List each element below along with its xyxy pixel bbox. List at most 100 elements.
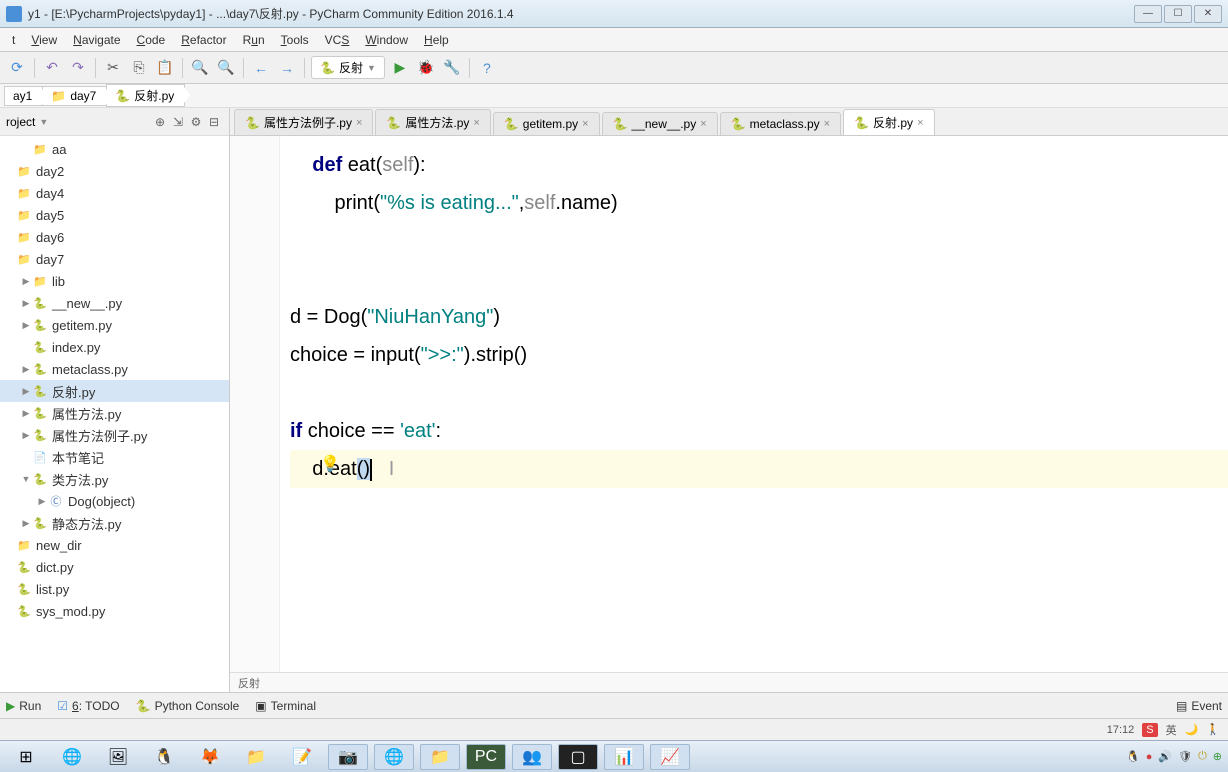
- chevron-down-icon[interactable]: ▼: [39, 117, 48, 127]
- people-icon[interactable]: 👥: [512, 744, 552, 770]
- shield-icon[interactable]: 🛡: [1178, 750, 1192, 763]
- paste-icon[interactable]: 📋: [154, 57, 176, 79]
- gallery-icon[interactable]: 🖼: [98, 744, 138, 770]
- run-icon[interactable]: ▶: [389, 57, 411, 79]
- maximize-button[interactable]: ☐: [1164, 5, 1192, 23]
- tree-item[interactable]: 📁day5: [0, 204, 229, 226]
- settings-icon[interactable]: 🔧: [441, 57, 463, 79]
- menu-edit[interactable]: t: [4, 31, 23, 49]
- intention-bulb-icon[interactable]: 💡: [320, 450, 340, 480]
- app1-icon[interactable]: 📷: [328, 744, 368, 770]
- forward-icon[interactable]: →: [276, 57, 298, 79]
- copy-icon[interactable]: ⎘: [128, 57, 150, 79]
- close-icon[interactable]: ×: [917, 117, 923, 129]
- cmd-icon[interactable]: ▢: [558, 744, 598, 770]
- power-icon[interactable]: ⏻: [1198, 750, 1207, 763]
- tool-event-log[interactable]: ▤Event: [1176, 699, 1222, 713]
- tree-item[interactable]: ▶🐍__new__.py: [0, 292, 229, 314]
- tree-item[interactable]: 🐍sys_mod.py: [0, 600, 229, 622]
- back-icon[interactable]: ←: [250, 57, 272, 79]
- app2-icon[interactable]: 📊: [604, 744, 644, 770]
- editor-tab[interactable]: 🐍__new__.py×: [602, 112, 718, 135]
- pycharm-icon[interactable]: PC: [466, 744, 506, 770]
- gear-icon[interactable]: ⚙: [187, 113, 205, 131]
- crumb-file[interactable]: 🐍反射.py: [106, 84, 185, 107]
- tree-item[interactable]: ▶🐍静态方法.py: [0, 512, 229, 534]
- chrome-icon[interactable]: 🌐: [374, 744, 414, 770]
- crumb-folder[interactable]: 📁day7: [42, 86, 107, 106]
- menu-refactor[interactable]: Refactor: [173, 31, 234, 49]
- add-icon[interactable]: ⊕: [1213, 750, 1222, 763]
- tree-item[interactable]: 📁new_dir: [0, 534, 229, 556]
- close-icon[interactable]: ×: [473, 117, 479, 129]
- close-icon[interactable]: ×: [356, 117, 362, 129]
- debug-icon[interactable]: 🐞: [415, 57, 437, 79]
- find-icon[interactable]: 🔍: [189, 57, 211, 79]
- menu-help[interactable]: Help: [416, 31, 457, 49]
- menu-navigate[interactable]: Navigate: [65, 31, 128, 49]
- ime-icon[interactable]: S: [1142, 723, 1157, 737]
- tool-todo[interactable]: ☑6: TODO: [57, 699, 119, 713]
- cut-icon[interactable]: ✂: [102, 57, 124, 79]
- tool-python-console[interactable]: 🐍Python Console: [136, 699, 240, 713]
- tree-item[interactable]: 📁day2: [0, 160, 229, 182]
- record-icon[interactable]: ●: [1146, 751, 1153, 763]
- tree-item[interactable]: 📁day6: [0, 226, 229, 248]
- qq-icon[interactable]: 🐧: [144, 744, 184, 770]
- folder-icon[interactable]: 📁: [236, 744, 276, 770]
- crumb-project[interactable]: ay1: [4, 86, 43, 106]
- close-icon[interactable]: ×: [700, 118, 706, 130]
- tree-item[interactable]: ▶🐍属性方法.py: [0, 402, 229, 424]
- menu-view[interactable]: View: [23, 31, 65, 49]
- editor-tab[interactable]: 🐍属性方法.py×: [375, 109, 490, 135]
- close-icon[interactable]: ×: [824, 118, 830, 130]
- menu-vcs[interactable]: VCS: [317, 31, 358, 49]
- qq-tray-icon[interactable]: 🐧: [1126, 750, 1140, 763]
- menu-window[interactable]: Window: [357, 31, 416, 49]
- minimize-button[interactable]: —: [1134, 5, 1162, 23]
- tree-item[interactable]: 📁day4: [0, 182, 229, 204]
- menu-run[interactable]: Run: [235, 31, 273, 49]
- tree-item[interactable]: 📁aa: [0, 138, 229, 160]
- tree-item[interactable]: ▶🐍属性方法例子.py: [0, 424, 229, 446]
- editor-tab[interactable]: 🐍属性方法例子.py×: [234, 109, 373, 135]
- explorer-icon[interactable]: 📁: [420, 744, 460, 770]
- editor-tab[interactable]: 🐍反射.py×: [843, 109, 934, 135]
- locate-icon[interactable]: ⊕: [151, 113, 169, 131]
- menu-tools[interactable]: Tools: [273, 31, 317, 49]
- volume-icon[interactable]: 🔊: [1158, 750, 1172, 763]
- tree-item[interactable]: ▶ⒸDog(object): [0, 490, 229, 512]
- undo-icon[interactable]: ↶: [41, 57, 63, 79]
- tree-item[interactable]: 🐍index.py: [0, 336, 229, 358]
- close-button[interactable]: ✕: [1194, 5, 1222, 23]
- tree-item[interactable]: 📁day7: [0, 248, 229, 270]
- tree-item[interactable]: ▶🐍metaclass.py: [0, 358, 229, 380]
- help-icon[interactable]: ?: [476, 57, 498, 79]
- firefox-icon[interactable]: 🦊: [190, 744, 230, 770]
- app3-icon[interactable]: 📈: [650, 744, 690, 770]
- close-icon[interactable]: ×: [582, 118, 588, 130]
- tree-item[interactable]: 🐍dict.py: [0, 556, 229, 578]
- hide-icon[interactable]: ⊟: [205, 113, 223, 131]
- start-icon[interactable]: ⊞: [6, 744, 46, 770]
- ie-icon[interactable]: 🌐: [52, 744, 92, 770]
- tree-item[interactable]: ▶📁lib: [0, 270, 229, 292]
- code-editor[interactable]: def eat(self): print("%s is eating...",s…: [230, 136, 1228, 672]
- tree-item[interactable]: ▶🐍反射.py: [0, 380, 229, 402]
- run-config-select[interactable]: 🐍 反射 ▼: [311, 56, 385, 79]
- tree-item[interactable]: ▶🐍getitem.py: [0, 314, 229, 336]
- tree-item[interactable]: ▼🐍类方法.py: [0, 468, 229, 490]
- replace-icon[interactable]: 🔍: [215, 57, 237, 79]
- project-tree[interactable]: 📁aa📁day2📁day4📁day5📁day6📁day7▶📁lib▶🐍__new…: [0, 136, 229, 624]
- editor-tab[interactable]: 🐍getitem.py×: [493, 112, 600, 135]
- menu-code[interactable]: Code: [129, 31, 174, 49]
- sticky-icon[interactable]: 📝: [282, 744, 322, 770]
- redo-icon[interactable]: ↷: [67, 57, 89, 79]
- tree-item[interactable]: 📄本节笔记: [0, 446, 229, 468]
- collapse-icon[interactable]: ⇲: [169, 113, 187, 131]
- tool-terminal[interactable]: ▣Terminal: [255, 699, 316, 713]
- tool-run[interactable]: ▶Run: [6, 699, 41, 713]
- editor-tab[interactable]: 🐍metaclass.py×: [720, 112, 841, 135]
- sync-icon[interactable]: ⟳: [6, 57, 28, 79]
- tree-item[interactable]: 🐍list.py: [0, 578, 229, 600]
